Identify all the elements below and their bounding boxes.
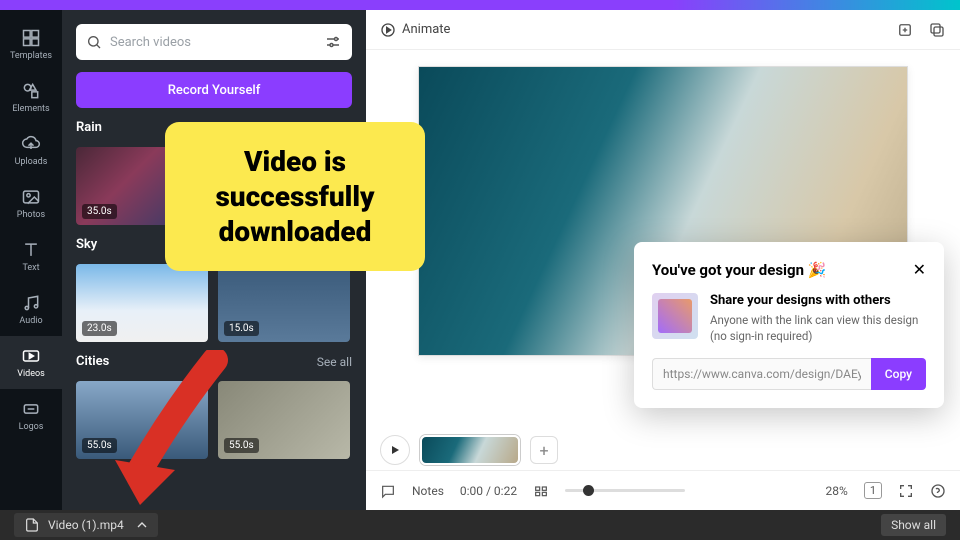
zoom-percent[interactable]: 28%	[826, 484, 848, 498]
elements-icon	[21, 81, 41, 101]
animate-button[interactable]: Animate	[380, 22, 450, 38]
annotation-callout: Video is successfully downloaded	[165, 122, 425, 271]
play-button[interactable]	[380, 435, 410, 465]
share-title: Share your designs with others	[710, 293, 926, 308]
download-item[interactable]: Video (1).mp4	[14, 513, 158, 537]
rail-logos[interactable]: Logos	[0, 389, 62, 442]
download-success-popup: You've got your design 🎉 ✕ Share your de…	[634, 242, 944, 408]
rail-label: Videos	[17, 369, 45, 379]
rail-label: Templates	[10, 51, 52, 61]
rail-videos[interactable]: Videos	[0, 336, 62, 389]
share-link-input[interactable]	[652, 358, 871, 390]
duration-badge: 23.0s	[82, 321, 117, 336]
search-input[interactable]	[110, 35, 316, 50]
search-input-wrap[interactable]	[76, 24, 352, 60]
rail-templates[interactable]: Templates	[0, 18, 62, 71]
uploads-icon	[21, 134, 41, 154]
templates-icon	[21, 28, 41, 48]
close-icon[interactable]: ✕	[913, 260, 926, 279]
audio-icon	[21, 293, 41, 313]
duration-badge: 35.0s	[82, 204, 117, 219]
add-page-icon[interactable]	[896, 21, 914, 39]
grid-view-icon[interactable]	[533, 483, 549, 499]
timeline: +	[366, 430, 960, 470]
duplicate-icon[interactable]	[928, 21, 946, 39]
top-gradient-bar	[0, 0, 960, 10]
notes-label[interactable]: Notes	[412, 484, 444, 498]
file-icon	[24, 517, 40, 533]
page-indicator[interactable]: 1	[864, 482, 882, 499]
help-icon[interactable]	[930, 483, 946, 499]
rail-label: Photos	[17, 210, 45, 220]
play-icon	[389, 444, 401, 456]
rail-label: Audio	[19, 316, 42, 326]
adjustments-icon[interactable]	[324, 33, 342, 51]
section-title: Sky	[76, 237, 97, 252]
video-thumb[interactable]: 23.0s	[76, 264, 208, 342]
rail-label: Elements	[12, 104, 49, 114]
text-icon	[21, 240, 41, 260]
logos-icon	[21, 399, 41, 419]
chevron-up-icon[interactable]	[134, 517, 150, 533]
rail-audio[interactable]: Audio	[0, 283, 62, 336]
rail-label: Uploads	[15, 157, 48, 167]
zoom-slider[interactable]	[565, 489, 685, 492]
bottom-bar: Notes 0:00 / 0:22 28% 1	[366, 470, 960, 510]
popup-title: You've got your design 🎉	[652, 261, 826, 279]
copy-button[interactable]: Copy	[871, 358, 926, 390]
notes-icon[interactable]	[380, 483, 396, 499]
rail-photos[interactable]: Photos	[0, 177, 62, 230]
animate-label: Animate	[402, 22, 450, 37]
rail-uploads[interactable]: Uploads	[0, 124, 62, 177]
download-filename: Video (1).mp4	[48, 518, 124, 532]
timeline-clip[interactable]	[420, 435, 520, 465]
photos-icon	[21, 187, 41, 207]
video-thumb[interactable]: 55.0s	[218, 381, 350, 459]
rail-label: Logos	[19, 422, 44, 432]
browser-download-bar: Video (1).mp4 Show all	[0, 510, 960, 540]
rail-label: Text	[22, 263, 39, 273]
see-all-link[interactable]: See all	[317, 355, 352, 369]
show-all-button[interactable]: Show all	[881, 514, 946, 536]
videos-icon	[21, 346, 41, 366]
search-icon	[86, 34, 102, 50]
share-illustration	[652, 293, 698, 339]
time-display: 0:00 / 0:22	[460, 484, 517, 498]
record-yourself-button[interactable]: Record Yourself	[76, 72, 352, 108]
section-title: Rain	[76, 120, 102, 135]
rail-elements[interactable]: Elements	[0, 71, 62, 124]
left-rail: Templates Elements Uploads Photos Text A…	[0, 10, 62, 510]
video-thumb[interactable]: 15.0s	[218, 264, 350, 342]
canvas-area: Animate + Notes 0:00 / 0:22 28% 1	[366, 10, 960, 510]
animate-icon	[380, 22, 396, 38]
annotation-arrow	[105, 350, 235, 510]
add-clip-button[interactable]: +	[530, 436, 558, 464]
rail-text[interactable]: Text	[0, 230, 62, 283]
duration-badge: 15.0s	[224, 321, 259, 336]
share-description: Anyone with the link can view this desig…	[710, 312, 926, 344]
canvas-top-bar: Animate	[366, 10, 960, 50]
fullscreen-icon[interactable]	[898, 483, 914, 499]
